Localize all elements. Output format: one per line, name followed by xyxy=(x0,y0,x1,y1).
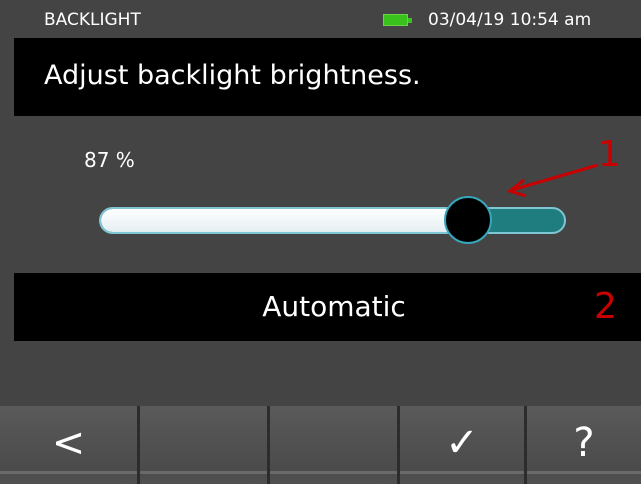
help-button[interactable]: ? xyxy=(524,406,641,484)
softkey-3[interactable] xyxy=(267,406,397,484)
softkey-2[interactable] xyxy=(137,406,267,484)
back-icon: < xyxy=(51,420,86,466)
help-icon: ? xyxy=(573,420,595,466)
check-icon: ✓ xyxy=(445,420,479,466)
softkey-bar: < ✓ ? xyxy=(0,406,641,484)
confirm-button[interactable]: ✓ xyxy=(397,406,524,484)
callout-number-2: 2 xyxy=(594,286,617,327)
automatic-button[interactable]: Automatic xyxy=(14,273,641,341)
automatic-label: Automatic xyxy=(262,290,406,323)
callout-number-1: 1 xyxy=(598,134,621,175)
back-button[interactable]: < xyxy=(0,406,137,484)
